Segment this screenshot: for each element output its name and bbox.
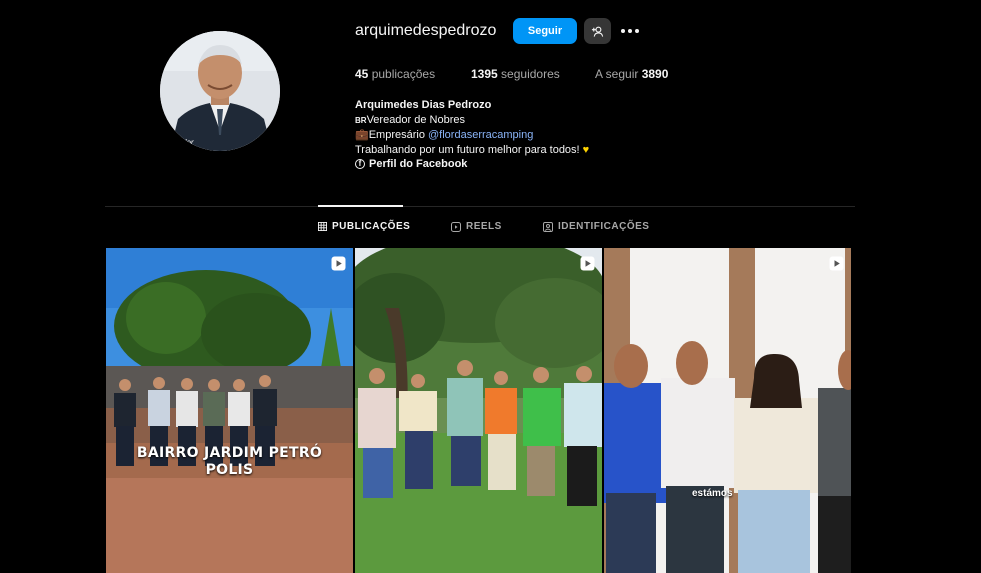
svg-text:dor: dor <box>182 138 194 147</box>
following-count-value: 3890 <box>641 67 669 81</box>
post-tile-1[interactable]: BAIRRO JARDIM PETRÓ POLIS <box>106 248 353 573</box>
reel-icon <box>331 256 346 271</box>
followers-count-value: 1395 <box>471 67 498 81</box>
bio-mention-link[interactable]: @flordaserracamping <box>428 129 533 141</box>
tab-publicacoes[interactable]: PUBLICAÇÕES <box>318 221 410 232</box>
followers-count[interactable]: 1395 seguidores <box>471 67 560 81</box>
post-1-thumbnail <box>106 248 353 573</box>
tagged-icon <box>543 221 553 232</box>
more-dot <box>635 29 639 33</box>
profile-bio: Arquimedes Dias Pedrozo BRVereador de No… <box>355 98 589 172</box>
facebook-icon: f <box>355 159 365 170</box>
posts-count: 45 publicações <box>355 67 435 81</box>
posts-count-label: publicações <box>371 67 436 81</box>
reel-icon <box>580 256 595 271</box>
followers-count-label: seguidores <box>501 67 560 81</box>
posts-count-value: 45 <box>355 67 369 81</box>
profile-avatar[interactable]: dor <box>160 31 280 151</box>
reels-icon <box>451 221 461 232</box>
more-dot <box>628 29 632 33</box>
post-1-overlay-line-2: POLIS <box>205 462 254 478</box>
tabs-divider <box>105 206 855 207</box>
tab-reels-label: REELS <box>466 221 502 232</box>
follow-button[interactable]: Seguir <box>513 18 577 44</box>
more-options-button[interactable] <box>619 20 641 42</box>
profile-username: arquimedespedrozo <box>355 22 497 39</box>
post-3-thumbnail <box>604 248 851 573</box>
facebook-profile-link[interactable]: f Perfil do Facebook <box>355 157 589 172</box>
following-count[interactable]: A seguir 3890 <box>595 67 668 81</box>
following-count-label: A seguir <box>595 67 639 81</box>
more-dots-icon <box>621 29 625 33</box>
bio-role-line: BRVereador de Nobres <box>355 113 589 129</box>
bio-role: Vereador de Nobres <box>366 113 466 126</box>
yellow-heart-icon: ♥ <box>582 143 590 156</box>
add-person-icon <box>591 26 604 37</box>
post-3-overlay-caption: estámos <box>692 488 733 499</box>
tab-reels[interactable]: REELS <box>451 221 502 232</box>
bio-work-line: 💼Empresário @flordaserracamping <box>355 128 589 143</box>
grid-icon <box>318 222 327 231</box>
tab-identificacoes[interactable]: IDENTIFICAÇÕES <box>543 221 649 232</box>
reel-icon <box>829 256 844 271</box>
post-tile-2[interactable] <box>355 248 602 573</box>
tab-publicacoes-label: PUBLICAÇÕES <box>332 221 411 232</box>
facebook-link-label: Perfil do Facebook <box>369 158 468 170</box>
bio-tagline-line: Trabalhando por um futuro melhor para to… <box>355 143 589 158</box>
brazil-flag: BR <box>355 115 367 125</box>
post-2-thumbnail <box>355 248 602 573</box>
post-1-overlay-line-1: BAIRRO JARDIM PETRÓ <box>136 445 323 461</box>
profile-full-name: Arquimedes Dias Pedrozo <box>355 99 492 111</box>
suggested-accounts-button[interactable] <box>584 18 611 44</box>
bio-work-prefix: Empresário <box>368 129 425 141</box>
post-tile-3[interactable]: estámos <box>604 248 851 573</box>
briefcase-icon: 💼 <box>355 129 369 141</box>
bio-tagline: Trabalhando por um futuro melhor para to… <box>355 143 580 156</box>
active-tab-indicator <box>318 205 403 207</box>
tab-identificacoes-label: IDENTIFICAÇÕES <box>558 221 650 232</box>
